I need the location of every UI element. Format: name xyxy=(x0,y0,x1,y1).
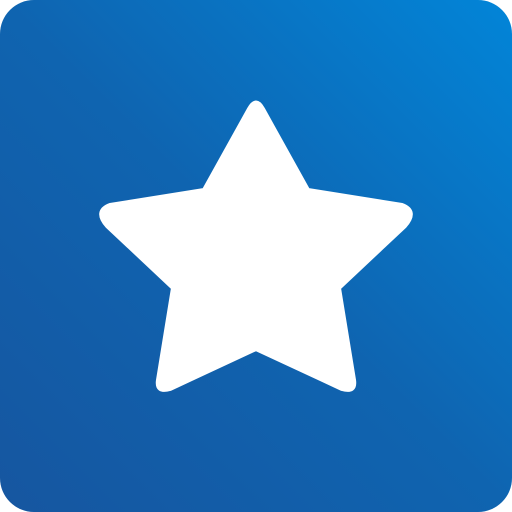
star-icon xyxy=(99,100,413,392)
app-icon-tile[interactable] xyxy=(0,0,512,512)
